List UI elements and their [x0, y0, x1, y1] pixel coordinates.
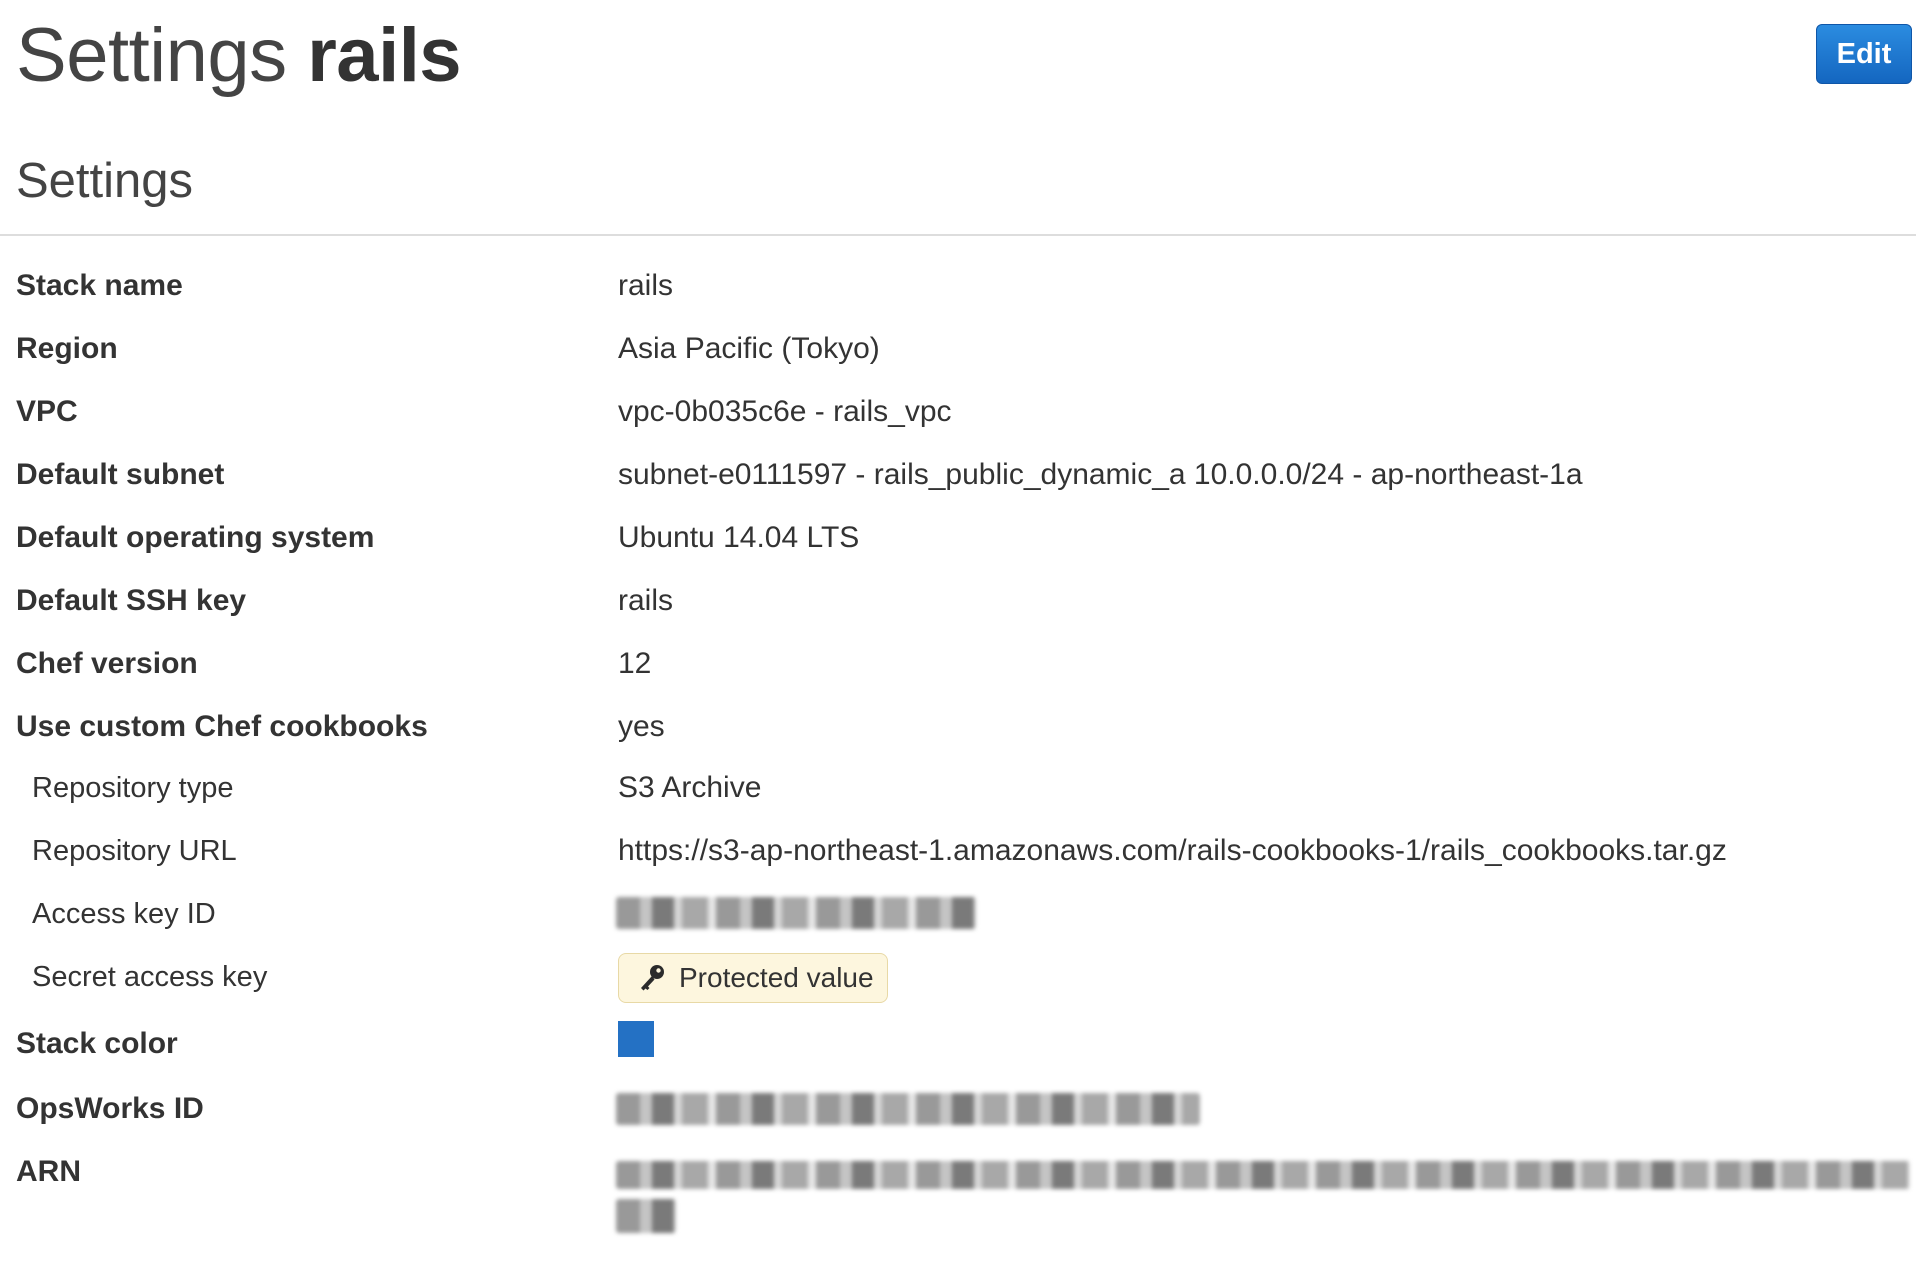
- protected-value-badge: Protected value: [618, 953, 888, 1003]
- edit-button[interactable]: Edit: [1816, 24, 1912, 84]
- label-default-os: Default operating system: [16, 521, 375, 554]
- protected-value-text: Protected value: [679, 962, 874, 993]
- label-default-ssh-key: Default SSH key: [16, 584, 247, 617]
- label-stack-name: Stack name: [16, 269, 183, 302]
- section-title: Settings: [16, 154, 194, 208]
- value-region: Asia Pacific (Tokyo): [618, 332, 880, 365]
- label-access-key-id: Access key ID: [32, 898, 216, 930]
- label-default-subnet: Default subnet: [16, 458, 225, 491]
- value-chef-version: 12: [618, 647, 652, 680]
- redacted-access-key: [616, 897, 976, 929]
- row-chef-version: Chef version 12: [0, 633, 1930, 695]
- stack-name-title: rails: [307, 13, 462, 98]
- redacted-arn-line-1: [616, 1161, 1910, 1189]
- row-repository-type: Repository type S3 Archive: [0, 757, 1930, 819]
- value-vpc: vpc-0b035c6e - rails_vpc: [618, 395, 952, 428]
- label-stack-color: Stack color: [16, 1027, 178, 1060]
- stack-color-swatch: [618, 1021, 654, 1057]
- redacted-arn-line-2: [616, 1199, 676, 1233]
- key-icon: [637, 963, 667, 993]
- redacted-opsworks-id: [616, 1093, 1200, 1125]
- row-default-ssh-key: Default SSH key rails: [0, 570, 1930, 632]
- label-opsworks-id: OpsWorks ID: [16, 1092, 204, 1125]
- row-custom-cookbooks: Use custom Chef cookbooks yes: [0, 696, 1930, 758]
- value-default-ssh-key: rails: [618, 584, 674, 617]
- label-arn: ARN: [16, 1155, 81, 1188]
- row-default-subnet: Default subnet subnet-e0111597 - rails_p…: [0, 444, 1930, 506]
- title-prefix: Settings: [16, 13, 287, 98]
- label-repository-url: Repository URL: [32, 835, 237, 867]
- value-default-subnet: subnet-e0111597 - rails_public_dynamic_a…: [618, 458, 1583, 491]
- value-repository-type: S3 Archive: [618, 771, 762, 804]
- label-secret-access-key: Secret access key: [32, 961, 268, 993]
- row-stack-color: Stack color: [0, 1013, 1930, 1075]
- label-custom-cookbooks: Use custom Chef cookbooks: [16, 710, 428, 743]
- row-repository-url: Repository URL https://s3-ap-northeast-1…: [0, 820, 1930, 882]
- label-repository-type: Repository type: [32, 772, 234, 804]
- label-chef-version: Chef version: [16, 647, 198, 680]
- page-title: Settings rails: [16, 12, 462, 100]
- row-default-os: Default operating system Ubuntu 14.04 LT…: [0, 507, 1930, 569]
- value-default-os: Ubuntu 14.04 LTS: [618, 521, 860, 554]
- value-repository-url: https://s3-ap-northeast-1.amazonaws.com/…: [618, 834, 1727, 867]
- row-stack-name: Stack name rails: [0, 255, 1930, 317]
- row-region: Region Asia Pacific (Tokyo): [0, 318, 1930, 380]
- value-custom-cookbooks: yes: [618, 710, 665, 743]
- row-secret-access-key: Secret access key: [0, 946, 1930, 1008]
- section-divider: [0, 234, 1916, 236]
- row-vpc: VPC vpc-0b035c6e - rails_vpc: [0, 381, 1930, 443]
- value-stack-name: rails: [618, 269, 674, 302]
- label-region: Region: [16, 332, 118, 365]
- label-vpc: VPC: [16, 395, 78, 428]
